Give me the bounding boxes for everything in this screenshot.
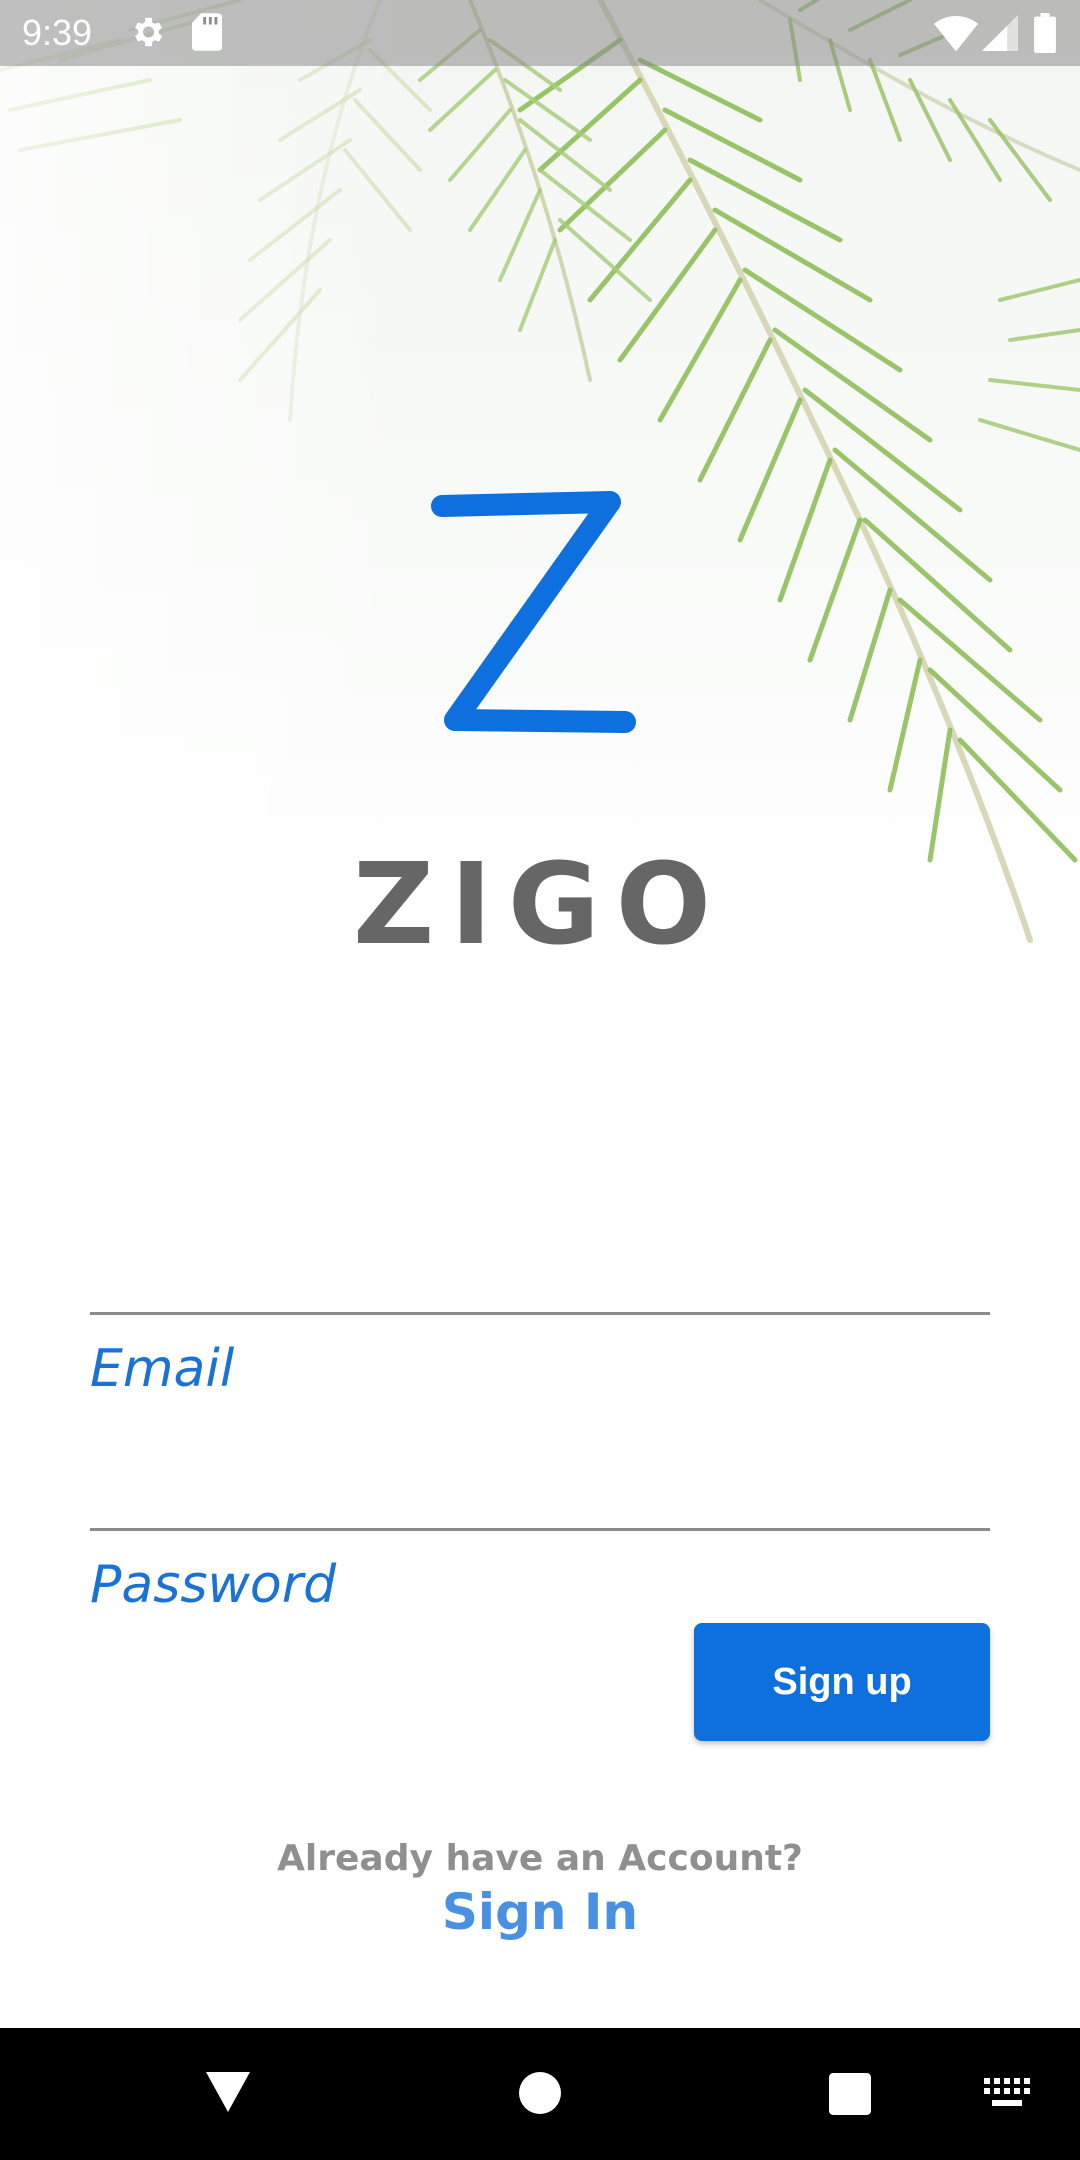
email-field[interactable]: Email — [90, 1312, 994, 1512]
email-label: Email — [90, 1339, 235, 1399]
email-input[interactable] — [90, 1412, 994, 1494]
brand-name: ZIGO — [352, 840, 728, 970]
signup-button[interactable]: Sign up — [694, 1623, 990, 1741]
wifi-icon — [934, 13, 978, 58]
home-icon[interactable] — [519, 2072, 561, 2119]
navigation-bar — [0, 2028, 1080, 2160]
cell-signal-icon — [982, 13, 1018, 58]
sd-card-icon — [192, 13, 222, 56]
keyboard-icon[interactable] — [984, 2078, 1030, 2113]
signin-link[interactable]: Sign In — [0, 1880, 1080, 1944]
status-time: 9:39 — [22, 12, 93, 53]
password-field[interactable]: Password — [90, 1528, 990, 1628]
status-bar: 9:39 — [0, 0, 1080, 66]
email-underline — [90, 1312, 990, 1315]
password-underline — [90, 1528, 990, 1531]
signup-screen: 9:39 ZIGO Email Password Sign up Already — [0, 0, 1080, 2160]
battery-icon — [1034, 13, 1056, 58]
recents-icon[interactable] — [829, 2073, 871, 2120]
gear-icon — [128, 13, 166, 56]
account-prompt: Already have an Account? — [277, 1838, 803, 1879]
zigo-logo-icon — [431, 491, 636, 733]
back-icon[interactable] — [206, 2072, 250, 2117]
password-label: Password — [90, 1555, 337, 1615]
